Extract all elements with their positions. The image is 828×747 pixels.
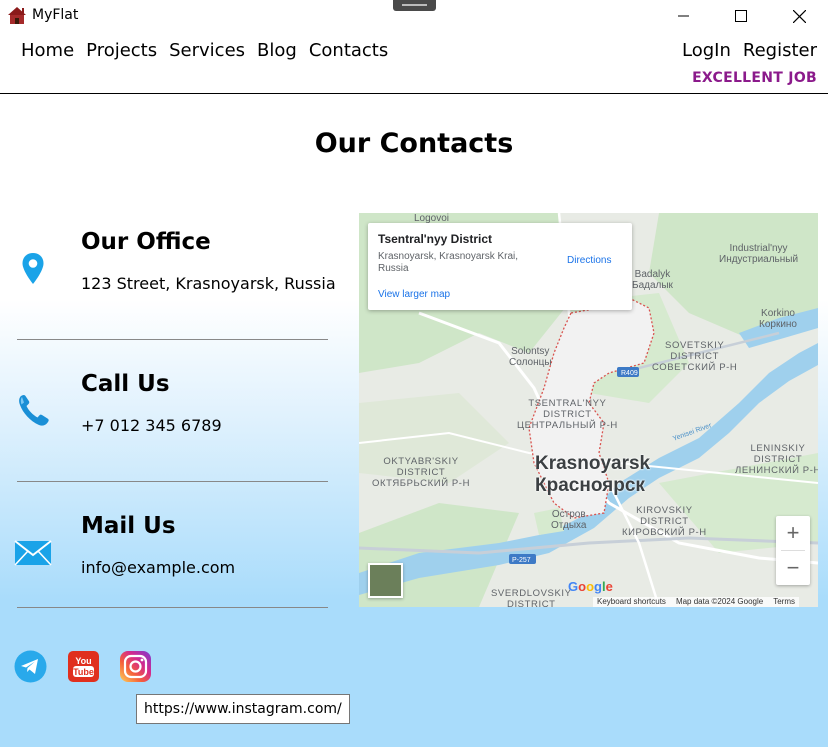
- keyboard-shortcuts-link[interactable]: Keyboard shortcuts: [597, 597, 666, 607]
- telegram-icon: [14, 650, 47, 683]
- youtube-icon: You Tube: [68, 651, 99, 682]
- nav-projects[interactable]: Projects: [86, 40, 157, 61]
- navbar: Home Projects Services Blog Contacts Log…: [0, 32, 828, 94]
- popup-address: Krasnoyarsk, Krasnoyarsk Krai, Russia: [378, 251, 519, 274]
- youtube-link[interactable]: You Tube: [67, 650, 100, 683]
- phone-title: Call Us: [81, 371, 170, 397]
- map-label: Остров Отдыха: [551, 509, 587, 531]
- nav-services[interactable]: Services: [169, 40, 245, 61]
- svg-text:You: You: [75, 656, 91, 666]
- map-city-label: Krasnoyarsk Красноярск: [535, 453, 651, 496]
- map-label: TSENTRAL'NYY DISTRICT ЦЕНТРАЛЬНЫЙ Р-Н: [517, 398, 618, 431]
- google-logo: Google: [568, 579, 613, 594]
- mail-address[interactable]: info@example.com: [81, 558, 235, 577]
- excellent-job-badge: EXCELLENT JOB: [692, 70, 817, 86]
- zoom-in-button[interactable]: +: [776, 516, 810, 550]
- instagram-link[interactable]: [119, 650, 152, 683]
- divider: [17, 481, 328, 482]
- map-label: SVERDLOVSKIY DISTRICT: [491, 588, 572, 607]
- location-pin-icon: [21, 252, 45, 289]
- drag-handle[interactable]: [393, 0, 436, 11]
- phone-contact: Call Us +7 012 345 6789: [0, 367, 345, 482]
- page-title: Our Contacts: [314, 128, 514, 159]
- satellite-toggle[interactable]: [368, 563, 403, 598]
- popup-title: Tsentral'nyy District: [378, 232, 492, 246]
- title-bar: MyFlat: [0, 0, 828, 32]
- map-label: Badalyk Бадалык: [632, 269, 673, 291]
- directions-link[interactable]: Directions: [567, 255, 611, 266]
- svg-text:P-257: P-257: [512, 557, 531, 564]
- nav-contacts[interactable]: Contacts: [309, 40, 388, 61]
- main-nav: Home Projects Services Blog Contacts: [21, 40, 388, 61]
- office-title: Our Office: [81, 229, 211, 255]
- house-icon: [7, 5, 27, 25]
- terms-link[interactable]: Terms: [773, 597, 795, 607]
- map-data-text: Map data ©2024 Google: [675, 597, 764, 606]
- divider: [17, 607, 328, 608]
- zoom-controls: + −: [776, 516, 810, 585]
- register-link[interactable]: Register: [743, 40, 817, 61]
- phone-icon: [17, 393, 51, 431]
- close-icon: [792, 9, 806, 23]
- instagram-icon: [120, 651, 151, 682]
- telegram-link[interactable]: [14, 650, 47, 683]
- maximize-icon: [735, 10, 747, 22]
- map-label: Korkino Коркино: [759, 308, 797, 330]
- map-label: Solontsy Солонцы: [509, 346, 552, 368]
- window-title: MyFlat: [32, 7, 79, 23]
- map-info-popup: Tsentral'nyy District Krasnoyarsk, Krasn…: [368, 223, 632, 310]
- map-attribution: Keyboard shortcuts Map data ©2024 Google…: [593, 597, 800, 607]
- nav-blog[interactable]: Blog: [257, 40, 297, 61]
- office-address: 123 Street, Krasnoyarsk, Russia: [81, 274, 336, 293]
- maximize-button[interactable]: [718, 0, 764, 32]
- login-link[interactable]: LogIn: [682, 40, 731, 61]
- svg-text:Tube: Tube: [73, 667, 94, 677]
- envelope-icon: [14, 540, 52, 570]
- auth-nav: LogIn Register: [682, 40, 817, 61]
- view-larger-map-link[interactable]: View larger map: [378, 289, 450, 300]
- link-tooltip: https://www.instagram.com/: [136, 694, 350, 724]
- phone-number[interactable]: +7 012 345 6789: [81, 416, 222, 435]
- close-button[interactable]: [776, 0, 822, 32]
- svg-text:R409: R409: [621, 370, 638, 377]
- zoom-out-button[interactable]: −: [776, 551, 810, 585]
- minimize-icon: [678, 15, 689, 17]
- mail-title: Mail Us: [81, 513, 176, 539]
- map-label: KIROVSKIY DISTRICT КИРОВСКИЙ Р-Н: [622, 505, 707, 538]
- embedded-map[interactable]: R409 P-257 Logovoi Industrial'nyy Индустр…: [359, 213, 818, 607]
- divider: [17, 339, 328, 340]
- nav-home[interactable]: Home: [21, 40, 74, 61]
- minimize-button[interactable]: [661, 0, 707, 32]
- map-label: OKTYABR'SKIY DISTRICT ОКТЯБРЬСКИЙ Р-Н: [372, 456, 471, 489]
- map-label: SOVETSKIY DISTRICT СОВЕТСКИЙ Р-Н: [652, 340, 738, 373]
- office-contact: Our Office 123 Street, Krasnoyarsk, Russ…: [0, 225, 345, 340]
- map-label: Industrial'nyy Индустриальный: [719, 243, 799, 265]
- map-label: LENINSKIY DISTRICT ЛЕНИНСКИЙ Р-Н: [735, 443, 818, 476]
